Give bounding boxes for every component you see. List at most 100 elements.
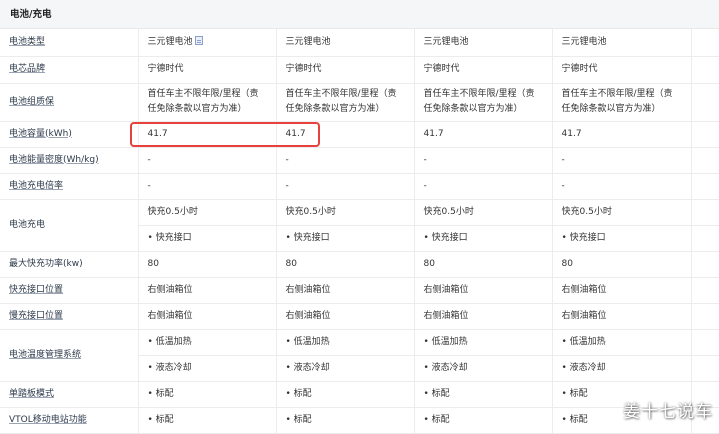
- spec-cell: • 标配: [414, 407, 553, 434]
- watermark-text: 姜十七说车: [623, 402, 713, 422]
- spec-cell: • 低温加热: [138, 329, 277, 356]
- row-spacer: [691, 303, 719, 330]
- spec-cell: 右侧油箱位: [414, 303, 553, 330]
- table-row: 快充接口位置 右侧油箱位 右侧油箱位 右侧油箱位 右侧油箱位: [0, 277, 719, 304]
- row-spacer: [691, 173, 719, 200]
- spec-cell: 80: [414, 251, 553, 278]
- spec-cell: • 快充接口: [552, 225, 692, 252]
- spec-cell: • 标配: [276, 381, 415, 408]
- row-label[interactable]: 电池组质保: [0, 83, 139, 122]
- table-row: 慢充接口位置 右侧油箱位 右侧油箱位 右侧油箱位 右侧油箱位: [0, 303, 719, 330]
- spec-cell: 80: [138, 251, 277, 278]
- spec-cell: • 标配: [138, 407, 277, 434]
- table-row: 最大快充功率(kw) 80 80 80 80: [0, 251, 719, 278]
- row-label[interactable]: 单踏板模式: [0, 381, 139, 408]
- spec-cell: 宁德时代: [552, 56, 692, 84]
- row-spacer: [691, 199, 719, 226]
- spec-cell: • 低温加热: [276, 329, 415, 356]
- row-spacer: [691, 225, 719, 252]
- spec-cell: 宁德时代: [276, 56, 415, 84]
- spec-cell: -: [138, 173, 277, 200]
- spec-table: 电池类型 三元锂电池 三元锂电池 三元锂电池 三元锂电池 电芯品牌 宁德时代 宁…: [0, 29, 719, 434]
- row-spacer: [691, 329, 719, 356]
- spec-cell: 首任车主不限年限/里程（责任免除条款以官方为准）: [414, 83, 553, 122]
- spec-cell: 右侧油箱位: [276, 277, 415, 304]
- spec-cell: 41.7: [414, 121, 553, 148]
- table-row: 电池容量(kWh) 41.7 41.7 41.7 41.7: [0, 121, 719, 148]
- row-label[interactable]: 电池类型: [0, 29, 139, 57]
- spec-cell: 右侧油箱位: [552, 277, 692, 304]
- spec-cell: -: [138, 147, 277, 174]
- spec-cell: • 标配: [414, 381, 553, 408]
- spec-cell: 右侧油箱位: [552, 303, 692, 330]
- spec-cell: 右侧油箱位: [138, 277, 277, 304]
- spec-cell: -: [414, 173, 553, 200]
- row-spacer: [691, 355, 719, 382]
- row-spacer: [691, 29, 719, 57]
- row-spacer: [691, 277, 719, 304]
- spec-cell: 快充0.5小时: [552, 199, 692, 226]
- table-row: 电池充电倍率 - - - -: [0, 173, 719, 200]
- table-row: 电池充电 快充0.5小时 快充0.5小时 快充0.5小时 快充0.5小时: [0, 199, 719, 252]
- table-row: 电池组质保 首任车主不限年限/里程（责任免除条款以官方为准） 首任车主不限年限/…: [0, 83, 719, 122]
- spec-cell: • 标配: [138, 381, 277, 408]
- row-label: 最大快充功率(kw): [0, 251, 139, 278]
- row-spacer: [691, 147, 719, 174]
- row-label[interactable]: 快充接口位置: [0, 277, 139, 304]
- row-label[interactable]: VTOL移动电站功能: [0, 407, 139, 434]
- spec-cell: 右侧油箱位: [138, 303, 277, 330]
- spec-cell: 快充0.5小时: [276, 199, 415, 226]
- spec-cell: 80: [552, 251, 692, 278]
- spec-cell: • 快充接口: [276, 225, 415, 252]
- spec-cell: • 低温加热: [414, 329, 553, 356]
- section-title: 电池/充电: [0, 0, 719, 29]
- spec-cell: 首任车主不限年限/里程（责任免除条款以官方为准）: [276, 83, 415, 122]
- spec-cell: 三元锂电池: [552, 29, 692, 57]
- spec-cell: • 液态冷却: [138, 355, 277, 382]
- document-icon[interactable]: [194, 35, 203, 45]
- row-label[interactable]: 慢充接口位置: [0, 303, 139, 330]
- spec-cell: 宁德时代: [138, 56, 277, 84]
- spec-cell: -: [276, 147, 415, 174]
- row-label[interactable]: 电池能量密度(Wh/kg): [0, 147, 139, 174]
- spec-cell: • 液态冷却: [552, 355, 692, 382]
- spec-cell: 80: [276, 251, 415, 278]
- spec-cell: -: [414, 147, 553, 174]
- row-label[interactable]: 电池温度管理系统: [0, 329, 139, 382]
- row-label[interactable]: 电芯品牌: [0, 56, 139, 84]
- spec-cell: 首任车主不限年限/里程（责任免除条款以官方为准）: [138, 83, 277, 122]
- spec-cell: -: [552, 147, 692, 174]
- row-spacer: [691, 251, 719, 278]
- table-row: 电池类型 三元锂电池 三元锂电池 三元锂电池 三元锂电池: [0, 29, 719, 57]
- table-row: VTOL移动电站功能 • 标配 • 标配 • 标配 • 标配: [0, 407, 719, 434]
- spec-cell: 三元锂电池: [414, 29, 553, 57]
- spec-cell: 三元锂电池: [276, 29, 415, 57]
- spec-cell: 41.7: [276, 121, 415, 148]
- table-row: 电池温度管理系统 • 低温加热 • 低温加热 • 低温加热 • 低温加热: [0, 329, 719, 382]
- row-spacer: [691, 121, 719, 148]
- spec-cell: • 低温加热: [552, 329, 692, 356]
- spec-cell: • 快充接口: [414, 225, 553, 252]
- spec-cell: 41.7: [552, 121, 692, 148]
- spec-cell: 快充0.5小时: [414, 199, 553, 226]
- spec-cell: -: [552, 173, 692, 200]
- table-row: 单踏板模式 • 标配 • 标配 • 标配 • 标配: [0, 381, 719, 408]
- spec-cell: 右侧油箱位: [276, 303, 415, 330]
- table-row: 电芯品牌 宁德时代 宁德时代 宁德时代 宁德时代: [0, 56, 719, 84]
- spec-cell: • 快充接口: [138, 225, 277, 252]
- spec-cell: • 液态冷却: [276, 355, 415, 382]
- spec-cell: 41.7: [138, 121, 277, 148]
- row-label: 电池充电: [0, 199, 139, 252]
- row-label[interactable]: 电池充电倍率: [0, 173, 139, 200]
- spec-cell: 宁德时代: [414, 56, 553, 84]
- spec-cell: • 液态冷却: [414, 355, 553, 382]
- spec-cell: 快充0.5小时: [138, 199, 277, 226]
- table-row: 电池能量密度(Wh/kg) - - - -: [0, 147, 719, 174]
- spec-cell: 首任车主不限年限/里程（责任免除条款以官方为准）: [552, 83, 692, 122]
- spec-cell: 三元锂电池: [138, 29, 277, 57]
- spec-cell: • 标配: [276, 407, 415, 434]
- row-spacer: [691, 83, 719, 122]
- row-spacer: [691, 56, 719, 84]
- row-label[interactable]: 电池容量(kWh): [0, 121, 139, 148]
- spec-cell: -: [276, 173, 415, 200]
